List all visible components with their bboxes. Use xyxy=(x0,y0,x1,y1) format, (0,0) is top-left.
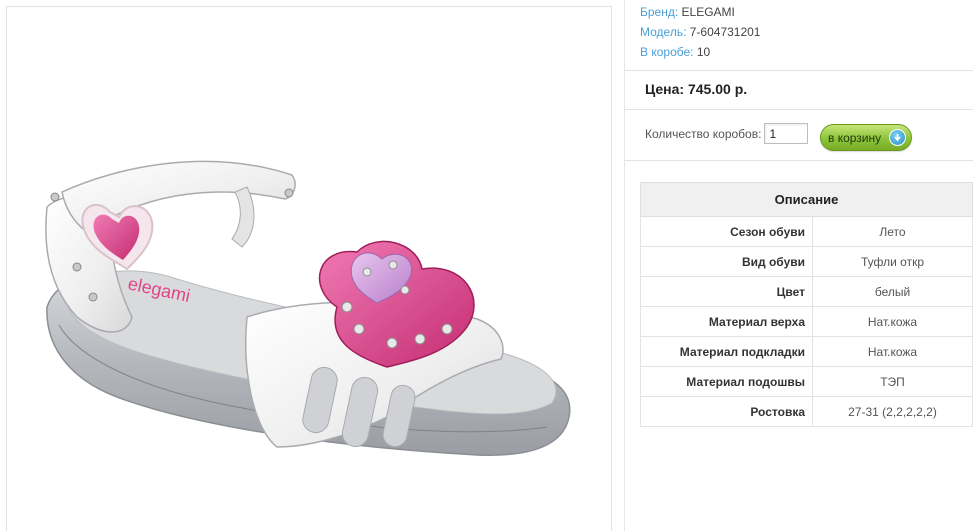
quantity-input[interactable] xyxy=(764,123,809,144)
description-table: Описание Сезон обуви Лето Вид обуви Туфл… xyxy=(640,182,973,427)
table-row: Вид обуви Туфли откр xyxy=(640,246,973,277)
quantity-row: Количество коробов: xyxy=(645,123,809,144)
product-meta: Бренд: ELEGAMI Модель: 7-604731201 В кор… xyxy=(640,2,760,62)
price: Цена: 745.00 р. xyxy=(645,81,748,97)
attribute-value: белый xyxy=(812,276,973,307)
attribute-name: Ростовка xyxy=(640,396,813,427)
table-row: Материал подкладки Нат.кожа xyxy=(640,336,973,367)
cart-arrow-icon xyxy=(889,129,906,146)
model-value: 7-604731201 xyxy=(689,25,761,39)
model-label: Модель: xyxy=(640,25,687,39)
add-to-cart-label: в корзину xyxy=(828,130,882,145)
attribute-name: Материал подошвы xyxy=(640,366,813,397)
brand-label[interactable]: Бренд: xyxy=(640,5,678,19)
table-row: Ростовка 27-31 (2,2,2,2,2) xyxy=(640,396,973,427)
table-row: Материал подошвы ТЭП xyxy=(640,366,973,397)
box-value: 10 xyxy=(696,45,711,59)
attribute-value: Нат.кожа xyxy=(812,336,973,367)
product-photo[interactable]: elegami xyxy=(6,6,612,531)
attribute-name: Сезон обуви xyxy=(640,216,813,247)
brand-value: ELEGAMI xyxy=(681,5,735,19)
table-row: Сезон обуви Лето xyxy=(640,216,973,247)
attribute-value: Лето xyxy=(812,216,973,247)
attribute-name: Материал верха xyxy=(640,306,813,337)
table-row: Цвет белый xyxy=(640,276,973,307)
box-label: В коробе: xyxy=(640,45,694,59)
model-line: Модель: 7-604731201 xyxy=(640,22,760,42)
attribute-value: Нат.кожа xyxy=(812,306,973,337)
attribute-value: Туфли откр xyxy=(812,246,973,277)
column-divider xyxy=(624,0,625,531)
attribute-value: 27-31 (2,2,2,2,2) xyxy=(812,396,973,427)
box-line: В коробе: 10 xyxy=(640,42,760,62)
divider xyxy=(625,70,973,71)
description-header: Описание xyxy=(640,182,973,217)
table-row: Материал верха Нат.кожа xyxy=(640,306,973,337)
divider xyxy=(625,109,973,110)
sandal-illustration: elegami xyxy=(45,160,571,456)
attribute-value: ТЭП xyxy=(812,366,973,397)
brand-line: Бренд: ELEGAMI xyxy=(640,2,760,22)
attribute-name: Вид обуви xyxy=(640,246,813,277)
add-to-cart-button[interactable]: в корзину xyxy=(820,124,912,151)
product-page: elegami Бренд: ELEGAMI Модель: 7-6047312… xyxy=(0,0,973,531)
quantity-label: Количество коробов: xyxy=(645,126,762,141)
divider xyxy=(625,160,973,161)
attribute-name: Материал подкладки xyxy=(640,336,813,367)
attribute-name: Цвет xyxy=(640,276,813,307)
